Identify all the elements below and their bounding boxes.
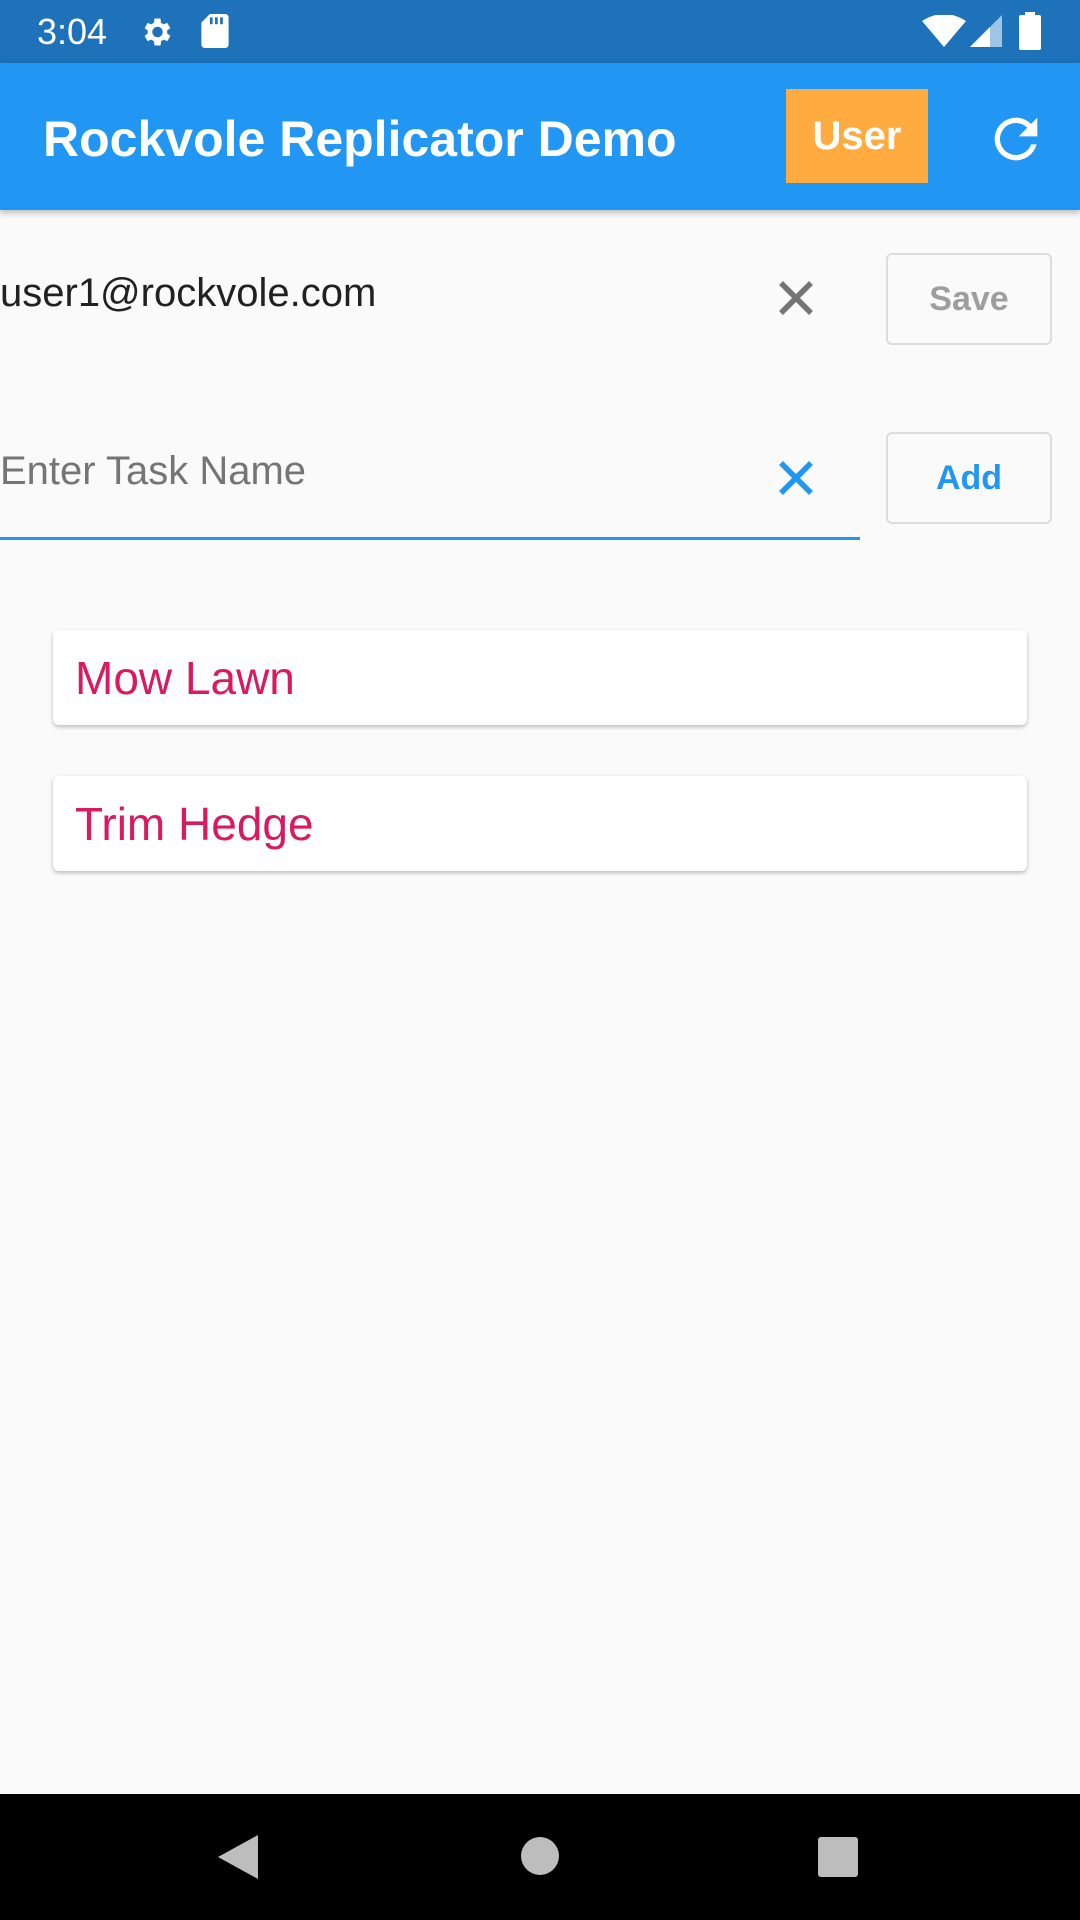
wifi-icon (922, 15, 966, 47)
task-card[interactable]: Trim Hedge (53, 776, 1027, 871)
back-icon[interactable] (216, 1833, 260, 1881)
refresh-icon[interactable] (984, 107, 1048, 171)
user-email-field[interactable]: user1@rockvole.com (0, 268, 376, 318)
task-label: Mow Lawn (75, 652, 295, 704)
close-icon[interactable] (766, 268, 826, 328)
close-icon[interactable] (766, 448, 826, 508)
status-time: 3:04 (37, 11, 108, 52)
app-title: Rockvole Replicator Demo (43, 111, 677, 167)
battery-icon (1019, 12, 1041, 50)
home-icon[interactable] (520, 1836, 560, 1876)
save-button[interactable]: Save (886, 253, 1052, 345)
task-card[interactable]: Mow Lawn (53, 630, 1027, 725)
signal-icon (970, 15, 1002, 47)
task-name-input[interactable]: Enter Task Name (0, 446, 306, 496)
recents-icon[interactable] (817, 1836, 859, 1878)
user-button[interactable]: User (786, 89, 928, 183)
sd-card-icon (201, 14, 229, 48)
navigation-bar (0, 1794, 1080, 1920)
status-bar: 3:04 (0, 0, 1080, 63)
task-label: Trim Hedge (75, 798, 314, 850)
input-underline (0, 537, 860, 540)
add-button[interactable]: Add (886, 432, 1052, 524)
gear-icon (144, 18, 171, 46)
app-bar: Rockvole Replicator Demo User (0, 63, 1080, 210)
